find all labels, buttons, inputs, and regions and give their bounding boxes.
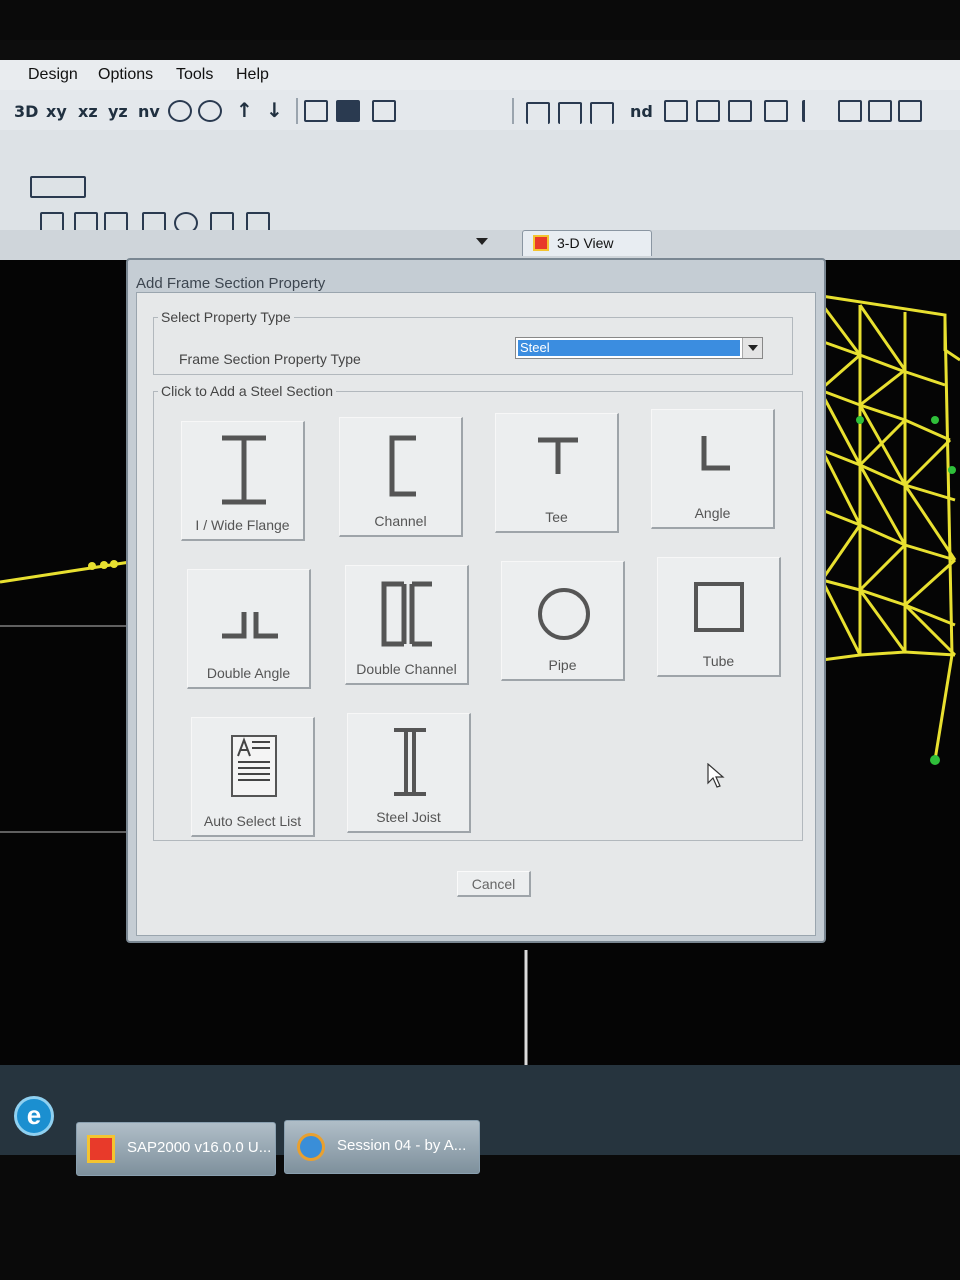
double-angle-label: Double Angle xyxy=(206,665,291,681)
chart-icon[interactable] xyxy=(838,100,862,122)
chevron-down-icon[interactable] xyxy=(476,238,488,245)
channel-label: Channel xyxy=(374,513,427,529)
menu-options[interactable]: Options xyxy=(98,66,153,84)
frame-3-icon[interactable] xyxy=(590,102,614,124)
tube-icon xyxy=(694,582,744,632)
pipe-button[interactable]: Pipe xyxy=(501,561,625,681)
select-property-type-legend: Select Property Type xyxy=(158,309,294,325)
property-type-label: Frame Section Property Type xyxy=(179,351,361,367)
truss-mesh xyxy=(813,293,960,761)
double-channel-icon xyxy=(381,581,432,647)
add-frame-section-dialog: Add Frame Section Property Select Proper… xyxy=(126,258,826,943)
property-type-dropdown[interactable]: Steel xyxy=(515,337,763,359)
channel-button[interactable]: Channel xyxy=(339,417,463,537)
arrow-down-icon[interactable]: ↓ xyxy=(266,98,283,122)
menu-bar: Design Options Tools Help xyxy=(0,60,960,90)
internet-explorer-icon[interactable]: e xyxy=(14,1096,54,1136)
i-beam-icon xyxy=(222,435,266,505)
tube-label: Tube xyxy=(702,653,735,669)
auto-select-list-label: Auto Select List xyxy=(203,813,302,829)
double-channel-button[interactable]: Double Channel xyxy=(345,565,469,685)
property-type-value: Steel xyxy=(518,340,740,356)
deform-icon[interactable] xyxy=(802,100,826,122)
support-icon xyxy=(930,755,940,765)
view-xz-button[interactable]: xz xyxy=(78,102,98,121)
draw-icon[interactable] xyxy=(372,100,396,122)
tab-3d-view[interactable]: 3-D View xyxy=(522,230,652,256)
taskbar-item-label: Session 04 - by A... xyxy=(337,1137,467,1154)
load-icon[interactable] xyxy=(696,100,720,122)
menu-tools[interactable]: Tools xyxy=(176,66,213,84)
mouse-cursor-icon xyxy=(707,763,725,788)
i-wide-flange-button[interactable]: I / Wide Flange xyxy=(181,421,305,541)
taskbar-item-session[interactable]: Session 04 - by A... xyxy=(284,1120,480,1174)
support-icon xyxy=(931,416,939,424)
view-xy-button[interactable]: xy xyxy=(46,102,67,121)
dialog-body: Select Property Type Frame Section Prope… xyxy=(136,292,816,936)
frame-2-icon[interactable] xyxy=(558,102,582,124)
sap2000-icon xyxy=(87,1135,115,1163)
taskbar-item-sap2000[interactable]: SAP2000 v16.0.0 U... xyxy=(76,1122,276,1176)
double-angle-icon xyxy=(222,612,278,639)
menu-help[interactable]: Help xyxy=(236,66,269,84)
joint-point xyxy=(100,561,108,569)
support-icon xyxy=(948,466,956,474)
channel-icon xyxy=(389,435,416,497)
toolbar-separator xyxy=(296,98,298,124)
tab-3d-view-label: 3-D View xyxy=(557,235,614,251)
tube-button[interactable]: Tube xyxy=(657,557,781,677)
taskbar-item-label: SAP2000 v16.0.0 U... xyxy=(127,1139,272,1156)
joint-point xyxy=(110,560,118,568)
support-icon xyxy=(856,416,864,424)
auto-select-list-icon xyxy=(231,735,277,797)
angle-icon xyxy=(701,436,730,471)
cancel-label: Cancel xyxy=(471,876,516,892)
steel-joist-label: Steel Joist xyxy=(376,809,441,825)
cancel-button[interactable]: Cancel xyxy=(457,871,531,897)
table-icon[interactable] xyxy=(764,100,788,122)
chevron-down-icon[interactable] xyxy=(742,338,762,358)
assign-icon[interactable] xyxy=(664,100,688,122)
view-nv-button[interactable]: nv xyxy=(138,102,160,121)
pipe-icon xyxy=(538,588,590,640)
rotate-icon[interactable] xyxy=(168,100,192,122)
frame-icon[interactable] xyxy=(526,102,550,124)
pipe-label: Pipe xyxy=(548,657,577,673)
i-wide-flange-label: I / Wide Flange xyxy=(195,517,290,533)
tee-button[interactable]: Tee xyxy=(495,413,619,533)
media-player-icon xyxy=(297,1133,325,1161)
steel-joist-button[interactable]: Steel Joist xyxy=(347,713,471,833)
double-angle-button[interactable]: Double Angle xyxy=(187,569,311,689)
display-icon[interactable] xyxy=(336,100,360,122)
toolbar-separator xyxy=(512,98,514,124)
perspective-icon[interactable] xyxy=(198,100,222,122)
steel-sections-legend: Click to Add a Steel Section xyxy=(158,383,336,399)
nd-button[interactable]: nd xyxy=(630,102,653,121)
select-icon[interactable] xyxy=(304,100,328,122)
view-yz-button[interactable]: yz xyxy=(108,102,128,121)
angle-label: Angle xyxy=(694,505,731,521)
report-icon[interactable] xyxy=(868,100,892,122)
tee-icon xyxy=(538,437,578,474)
tee-label: Tee xyxy=(545,509,568,525)
graph-icon[interactable] xyxy=(898,100,922,122)
analyze-icon[interactable] xyxy=(728,100,752,122)
menu-design[interactable]: Design xyxy=(28,66,78,84)
sap2000-icon xyxy=(533,235,549,251)
view-tab-row: 3-D View xyxy=(0,230,960,260)
joint-point xyxy=(88,562,96,570)
steel-joist-icon xyxy=(394,728,426,796)
arrow-up-icon[interactable]: ↑ xyxy=(236,98,253,122)
main-toolbar: 3D xy xz yz nv ↑ ↓ nd xyxy=(0,90,960,130)
view-3d-button[interactable]: 3D xyxy=(14,102,38,121)
load-pattern-icon[interactable] xyxy=(30,176,86,198)
double-channel-label: Double Channel xyxy=(356,661,457,677)
dialog-title: Add Frame Section Property xyxy=(136,275,326,292)
angle-button[interactable]: Angle xyxy=(651,409,775,529)
auto-select-list-button[interactable]: Auto Select List xyxy=(191,717,315,837)
